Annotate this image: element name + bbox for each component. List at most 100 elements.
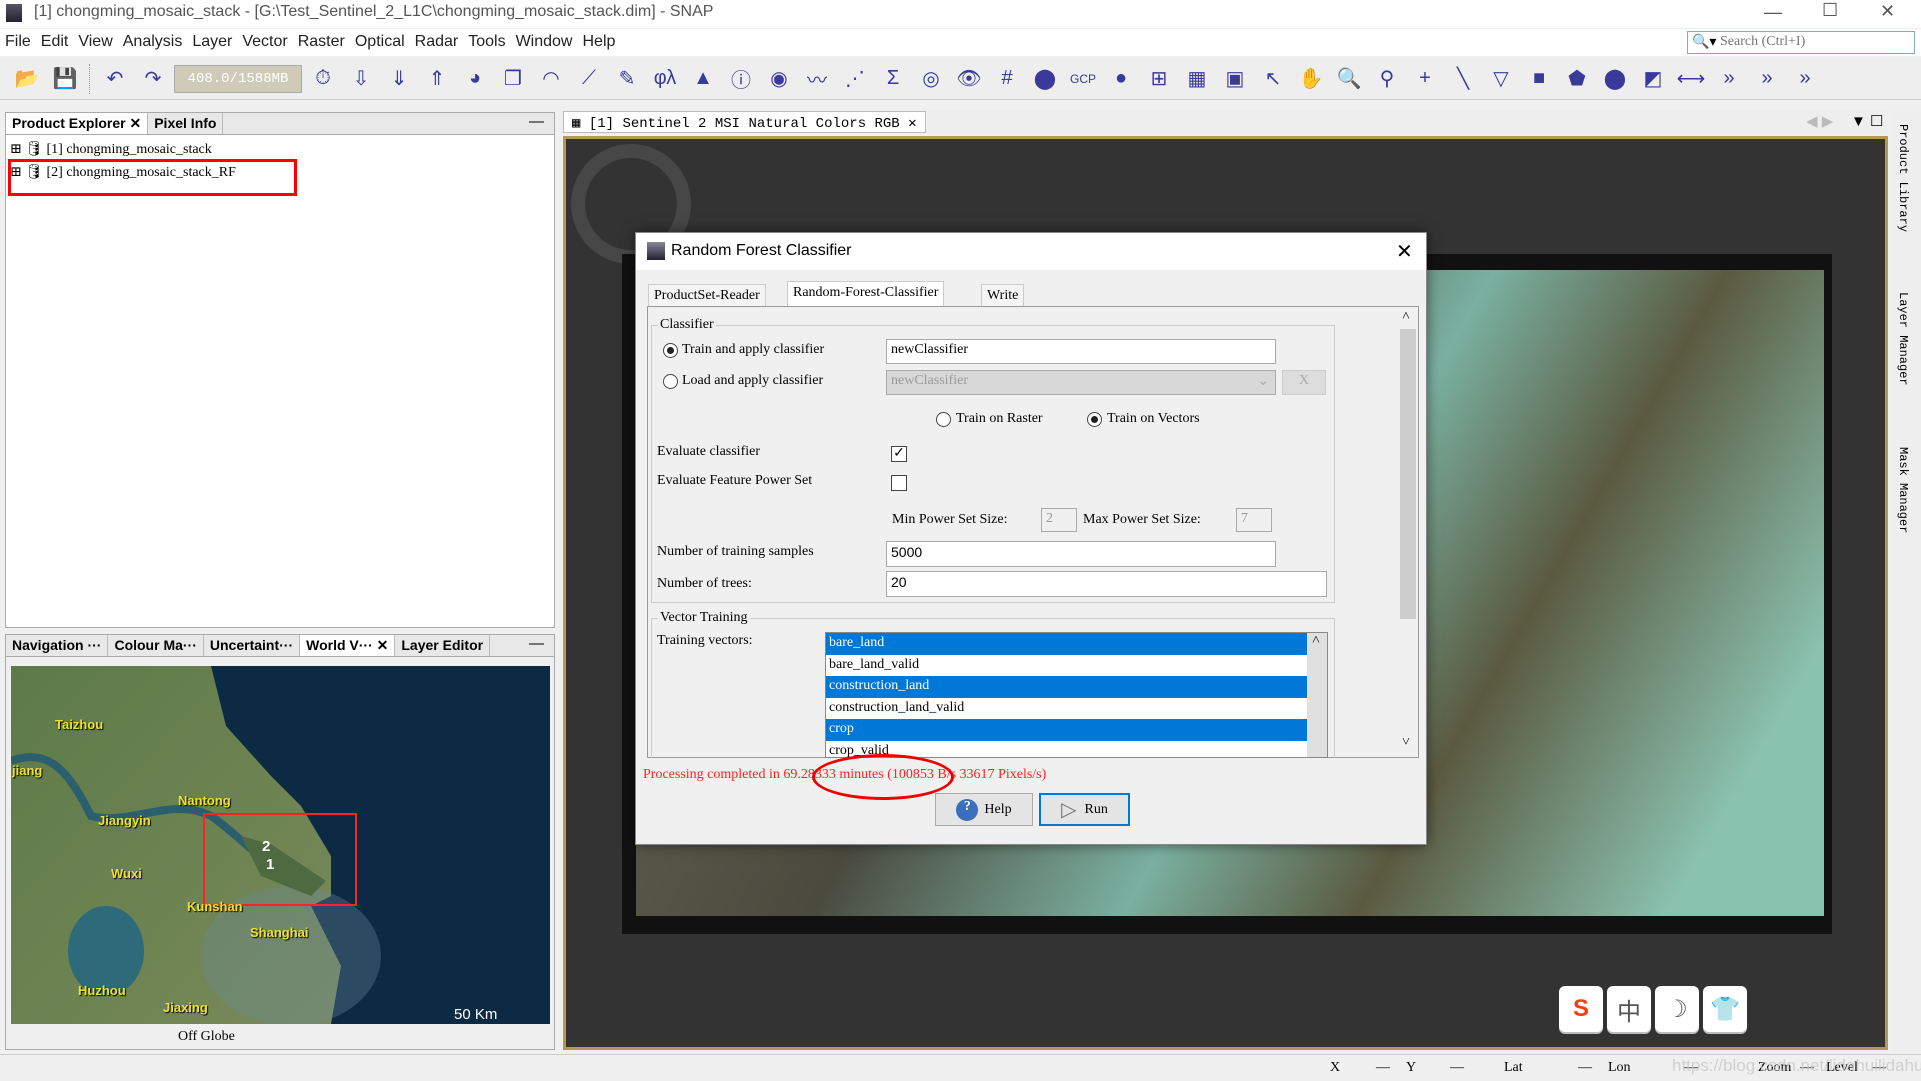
wave-icon[interactable]: ◠ — [534, 62, 568, 96]
range-finder-icon[interactable]: ⟷ — [1674, 62, 1708, 96]
tab-productset-reader[interactable]: ProductSet-Reader — [648, 284, 766, 306]
tab-random-forest-classifier[interactable]: Random-Forest-Classifier — [787, 281, 945, 307]
eye-icon[interactable]: 👁 — [952, 62, 986, 96]
search-input[interactable] — [1720, 34, 1910, 50]
menu-layer[interactable]: Layer — [187, 29, 237, 55]
train-vectors-radio[interactable] — [1087, 412, 1102, 427]
run-button[interactable]: ▷ Run — [1039, 793, 1130, 826]
gcp-icon[interactable]: GCP — [1066, 62, 1100, 96]
session-icon[interactable]: ⏱ — [306, 62, 340, 96]
tab-write[interactable]: Write — [981, 284, 1025, 306]
undo-icon[interactable]: ↶ — [98, 62, 132, 96]
moon-icon[interactable]: ☽ — [1655, 986, 1699, 1032]
close-icon[interactable]: ✕ — [129, 115, 141, 131]
tree-item-product-1[interactable]: ⊞ 🛢 [1] chongming_mosaic_stack — [10, 141, 212, 158]
more-icon[interactable]: » — [1712, 62, 1746, 96]
menu-file[interactable]: File — [0, 29, 36, 55]
menu-radar[interactable]: Radar — [410, 29, 464, 55]
menu-edit[interactable]: Edit — [36, 29, 74, 55]
polyline-icon[interactable]: ▽ — [1484, 62, 1518, 96]
minimize-button[interactable]: — — [1764, 2, 1782, 23]
sidebar-product-library[interactable]: Product Library — [1896, 124, 1910, 232]
sidebar-layer-manager[interactable]: Layer Manager — [1896, 292, 1910, 386]
search-box[interactable]: 🔍▾ — [1687, 31, 1915, 54]
gcp-placing-icon[interactable]: + — [1408, 62, 1442, 96]
information-icon[interactable]: ⓘ — [724, 62, 758, 96]
world-map[interactable]: 2 1 Taizhou jiang Nantong Jiangyin Wuxi Kunsh… — [11, 666, 550, 1024]
insert-figure-icon[interactable]: ◩ — [1636, 62, 1670, 96]
grid-icon[interactable]: # — [990, 62, 1024, 96]
scatter-icon[interactable]: ⋰ — [838, 62, 872, 96]
help-button[interactable]: ? Help — [935, 793, 1033, 826]
graph-builder-icon[interactable]: ⊞ — [1142, 62, 1176, 96]
tab-navigation[interactable]: Navigation ··· — [6, 635, 109, 656]
rgb-image-icon[interactable]: ◕ — [458, 62, 492, 96]
histogram-icon[interactable]: ▲ — [686, 62, 720, 96]
train-apply-radio[interactable] — [663, 343, 678, 358]
tab-product-explorer[interactable]: Product Explorer ✕ — [6, 113, 149, 134]
spectrum-icon[interactable]: ⟋ — [572, 62, 606, 96]
load-classifier-combo[interactable]: newClassifier ⌄ — [886, 370, 1276, 395]
max-power-input[interactable]: 7 — [1236, 508, 1272, 532]
menu-analysis[interactable]: Analysis — [118, 29, 188, 55]
ellipse-icon[interactable]: ⬤ — [1598, 62, 1632, 96]
list-item[interactable]: construction_land_valid — [826, 698, 1307, 720]
clear-classifier-button[interactable]: X — [1282, 370, 1326, 395]
minimize-panel-button[interactable]: — — [519, 635, 554, 656]
open-product-icon[interactable]: 📂 — [10, 62, 44, 96]
menu-vector[interactable]: Vector — [237, 29, 292, 55]
dropdown-icon[interactable]: ▼ ☐ — [1851, 112, 1883, 130]
more-2-icon[interactable]: » — [1750, 62, 1784, 96]
pan-tool-icon[interactable]: ✋ — [1294, 62, 1328, 96]
menu-raster[interactable]: Raster — [293, 29, 350, 55]
menu-window[interactable]: Window — [511, 29, 578, 55]
save-product-icon[interactable]: 💾 — [48, 62, 82, 96]
menu-view[interactable]: View — [73, 29, 117, 55]
samples-input[interactable]: 5000 — [886, 541, 1276, 567]
pin-icon[interactable]: ⬤ — [1028, 62, 1062, 96]
scroll-up-icon[interactable]: ˄ — [1402, 309, 1410, 325]
evaluate-checkbox[interactable]: ✓ — [891, 446, 907, 462]
menu-tools[interactable]: Tools — [463, 29, 510, 55]
chinese-mode-icon[interactable]: 中 — [1607, 986, 1651, 1032]
list-item[interactable]: crop — [826, 719, 1307, 741]
minimize-panel-button[interactable]: — — [519, 113, 554, 134]
list-item[interactable]: bare_land_valid — [826, 655, 1307, 677]
sogou-icon[interactable]: S — [1559, 986, 1603, 1032]
trees-input[interactable]: 20 — [886, 571, 1327, 597]
scroll-left-icon[interactable]: ◀ ▶ — [1806, 112, 1833, 130]
profile-icon[interactable]: 〰 — [800, 62, 834, 96]
scroll-down-icon[interactable]: ˅ — [1402, 735, 1410, 751]
list-scrollbar[interactable]: ˄ — [1307, 633, 1327, 757]
close-icon[interactable]: ✕ — [377, 637, 389, 653]
import-icon[interactable]: ⇩ — [344, 62, 378, 96]
pencil-icon[interactable]: ✎ — [610, 62, 644, 96]
maximize-button[interactable]: ☐ — [1822, 0, 1838, 21]
tab-pixel-info[interactable]: Pixel Info — [148, 113, 224, 134]
select-tool-icon[interactable]: ↖ — [1256, 62, 1290, 96]
polygon-icon[interactable]: ⬟ — [1560, 62, 1594, 96]
classifier-name-input[interactable]: newClassifier — [886, 339, 1276, 364]
zoom-tool-icon[interactable]: 🔍 — [1332, 62, 1366, 96]
new-window-icon[interactable]: ❐ — [496, 62, 530, 96]
close-icon[interactable]: ✕ — [908, 116, 916, 132]
pin-placing-icon[interactable]: ⚲ — [1370, 62, 1404, 96]
rectangle-icon[interactable]: ■ — [1522, 62, 1556, 96]
evaluate-fps-checkbox[interactable] — [891, 475, 907, 491]
world-map-icon[interactable]: ▣ — [1218, 62, 1252, 96]
export-green-icon[interactable]: ⇓ — [382, 62, 416, 96]
batch-icon[interactable]: ▦ — [1180, 62, 1214, 96]
shirt-icon[interactable]: 👕 — [1703, 986, 1747, 1032]
redo-icon[interactable]: ↷ — [136, 62, 170, 96]
tab-uncertaint···[interactable]: Uncertaint··· — [204, 635, 301, 656]
globe-icon[interactable]: ● — [1104, 62, 1138, 96]
close-button[interactable]: ✕ — [1880, 1, 1895, 22]
list-item[interactable]: bare_land — [826, 633, 1307, 655]
sigma-icon[interactable]: Σ — [876, 62, 910, 96]
export-icon[interactable]: ⇑ — [420, 62, 454, 96]
min-power-input[interactable]: 2 — [1041, 508, 1077, 532]
train-raster-radio[interactable] — [936, 412, 951, 427]
training-vectors-list[interactable]: bare_land bare_land_valid construction_lan… — [825, 632, 1328, 758]
tab-layer[interactable]: Layer Editor — [395, 635, 491, 656]
tab-colour[interactable]: Colour Ma··· — [108, 635, 204, 656]
